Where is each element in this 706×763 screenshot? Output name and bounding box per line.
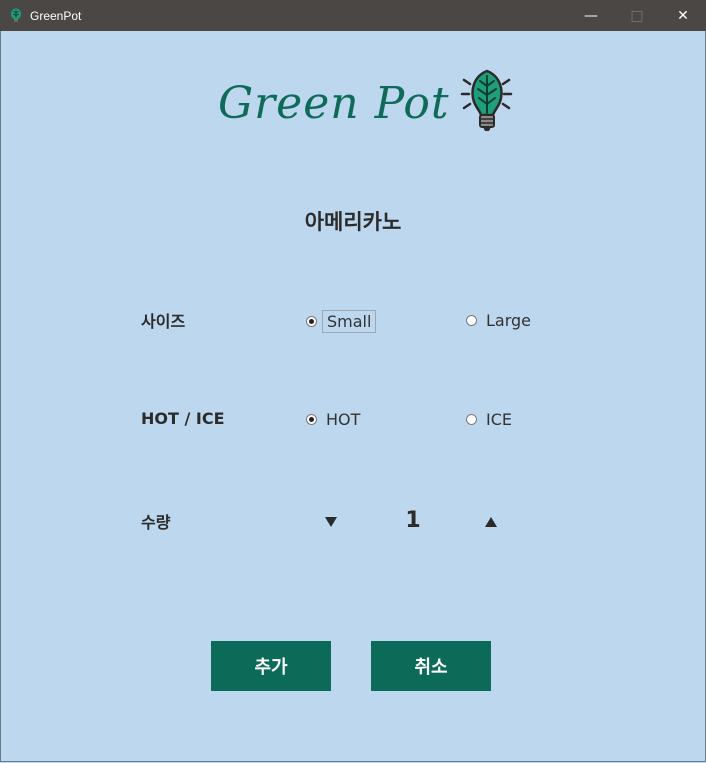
close-button[interactable]: ✕: [660, 0, 706, 31]
window-titlebar[interactable]: GreenPot — □ ✕: [0, 0, 706, 31]
size-label: 사이즈: [141, 312, 186, 331]
radio-selected-icon: [306, 414, 317, 425]
product-name: 아메리카노: [304, 210, 402, 234]
temperature-label: HOT / ICE: [141, 409, 225, 428]
temperature-hot-radio[interactable]: HOT: [306, 409, 364, 430]
triangle-up-icon[interactable]: [485, 517, 497, 527]
size-large-label: Large: [486, 311, 532, 330]
size-small-radio[interactable]: Small: [306, 310, 377, 333]
temperature-ice-label: ICE: [486, 410, 512, 429]
temperature-hot-label: HOT: [326, 410, 361, 429]
minimize-button[interactable]: —: [568, 0, 614, 31]
window-controls: — □ ✕: [568, 0, 706, 31]
triangle-down-icon[interactable]: [325, 517, 337, 527]
logo-text: Green Pot: [218, 78, 450, 129]
window-title: GreenPot: [30, 8, 82, 23]
radio-unselected-icon: [466, 315, 477, 326]
maximize-button[interactable]: □: [614, 0, 660, 31]
leaf-bulb-icon: [11, 8, 21, 22]
temperature-ice-radio[interactable]: ICE: [466, 409, 516, 430]
window-frame: [0, 31, 706, 762]
add-button[interactable]: 추가: [211, 641, 331, 691]
lightbulb-leaf-icon: [460, 69, 512, 131]
quantity-value: 1: [405, 508, 421, 533]
size-large-radio[interactable]: Large: [466, 310, 535, 331]
cancel-button[interactable]: 취소: [371, 641, 491, 691]
radio-selected-icon: [306, 316, 317, 327]
radio-unselected-icon: [466, 414, 477, 425]
size-small-label: Small: [322, 310, 377, 333]
greenpot-logo: Green Pot: [218, 68, 516, 134]
quantity-label: 수량: [141, 513, 171, 532]
